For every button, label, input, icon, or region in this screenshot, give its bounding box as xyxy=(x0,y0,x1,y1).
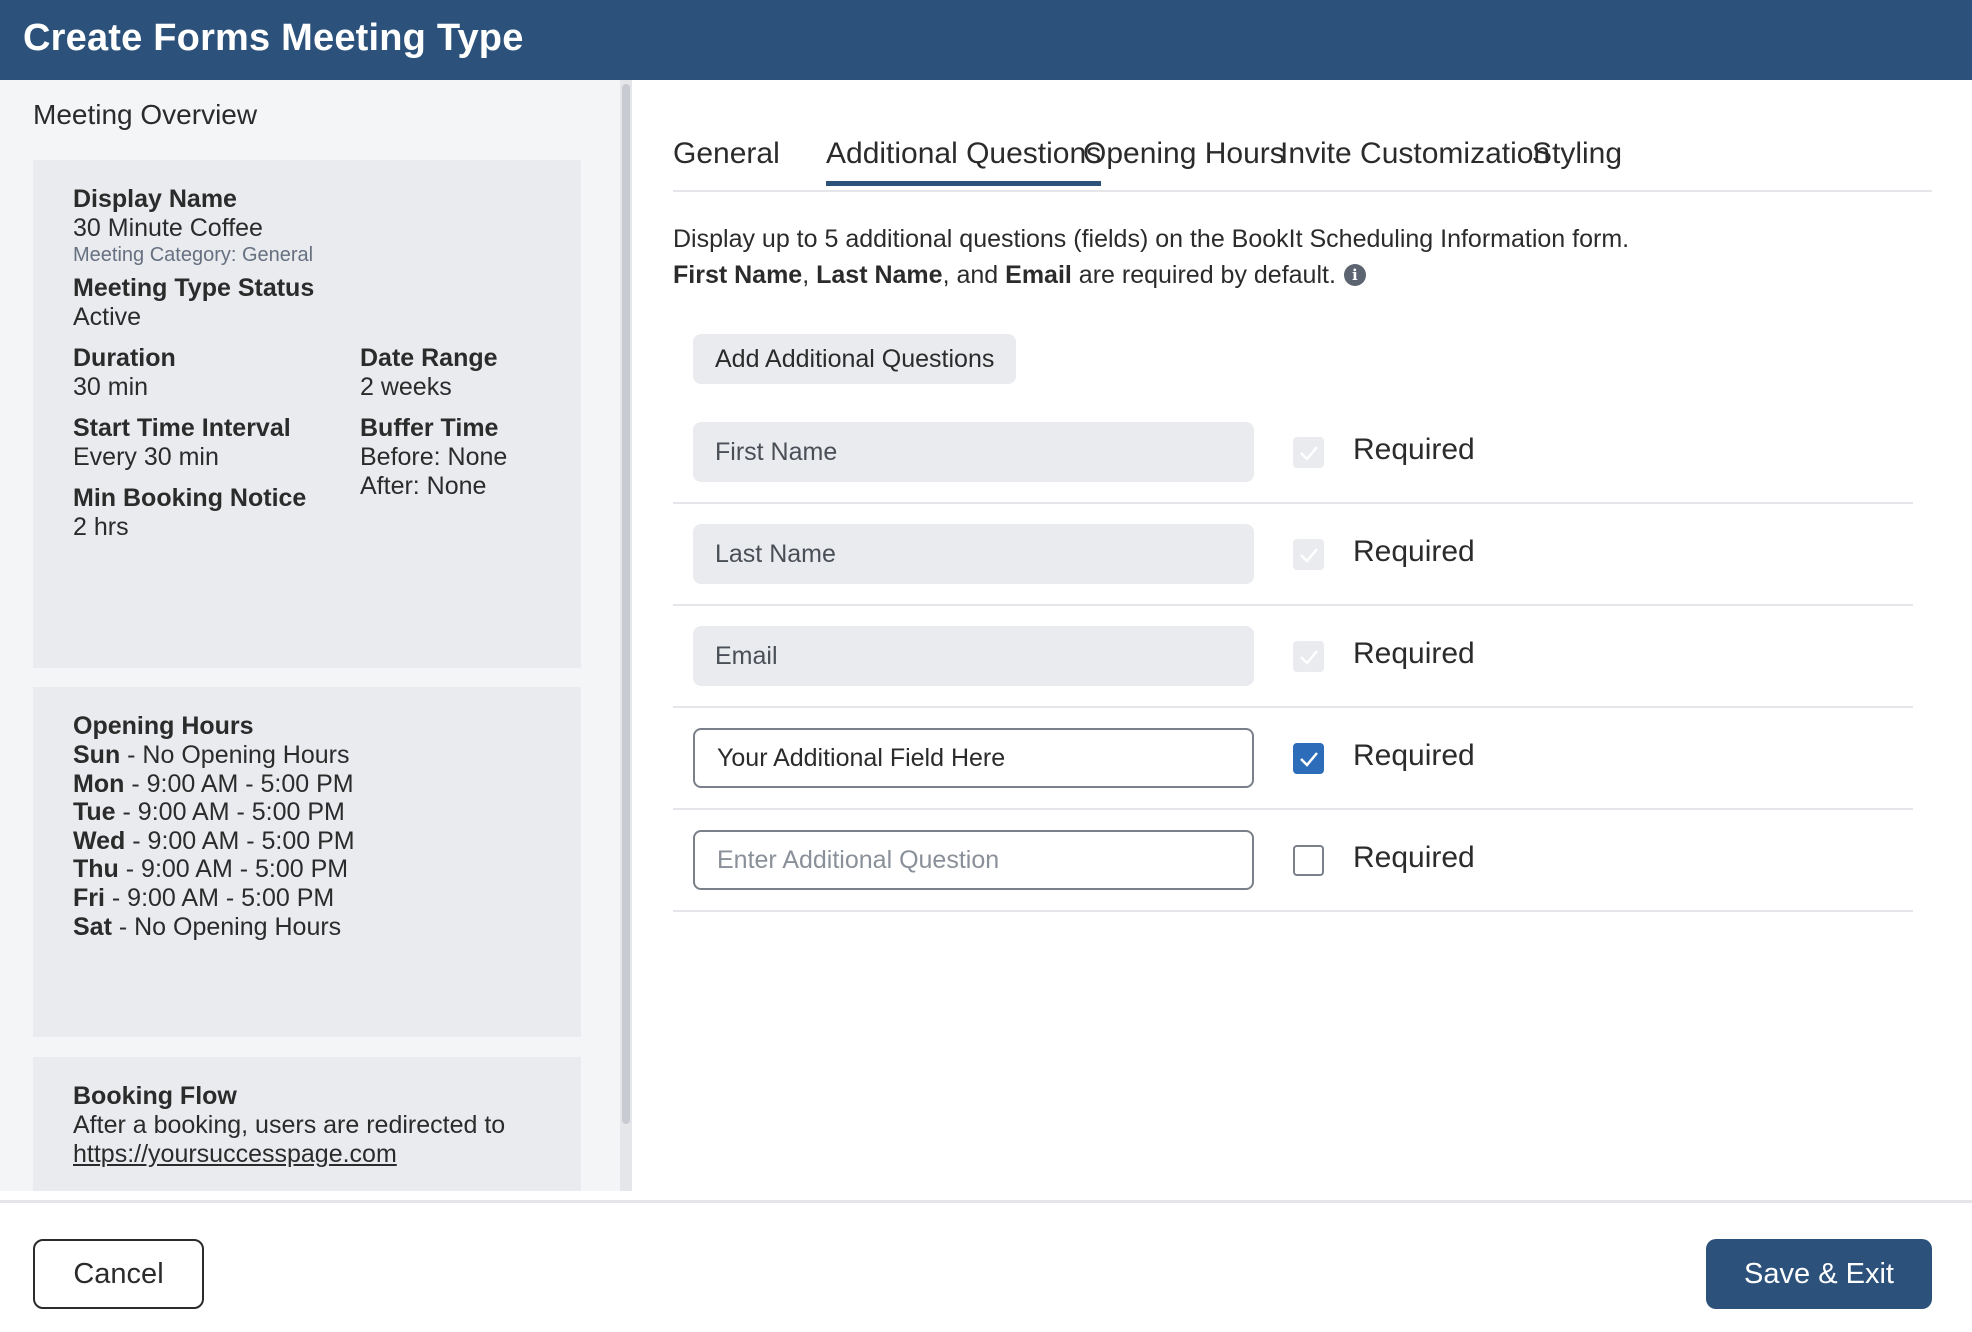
hours-row-tue: Tue - 9:00 AM - 5:00 PM xyxy=(73,798,345,826)
first-name-field: First Name xyxy=(693,422,1254,482)
date-range-label: Date Range xyxy=(360,344,498,372)
display-name-label: Display Name xyxy=(73,185,237,213)
buffer-after: After: None xyxy=(360,472,487,500)
min-notice-value: 2 hrs xyxy=(73,513,129,541)
question-row: Last Name Required xyxy=(673,504,1913,606)
booking-flow-card: Booking Flow After a booking, users are … xyxy=(33,1057,581,1191)
tab-general[interactable]: General xyxy=(673,137,780,171)
required-checkbox[interactable] xyxy=(1293,743,1324,774)
sidebar-title: Meeting Overview xyxy=(33,99,258,130)
status-value: Active xyxy=(73,303,142,331)
overview-card: Display Name 30 Minute Coffee Meeting Ca… xyxy=(33,160,581,668)
main-panel: General Additional Questions Opening Hou… xyxy=(632,80,1972,1191)
required-checkbox-disabled xyxy=(1293,641,1324,672)
required-checkbox[interactable] xyxy=(1293,845,1324,876)
status-label: Meeting Type Status xyxy=(73,274,315,302)
check-icon xyxy=(1300,650,1318,665)
additional-question-input[interactable] xyxy=(693,830,1254,890)
last-name-field: Last Name xyxy=(693,524,1254,584)
opening-hours-title: Opening Hours xyxy=(73,712,254,740)
question-row: First Name Required xyxy=(673,402,1913,504)
opening-hours-card: Opening Hours Sun - No Opening Hours Mon… xyxy=(33,687,581,1037)
booking-flow-title: Booking Flow xyxy=(73,1082,237,1110)
buffer-time-label: Buffer Time xyxy=(360,414,499,442)
required-label[interactable]: Required xyxy=(1353,841,1475,875)
hours-row-mon: Mon - 9:00 AM - 5:00 PM xyxy=(73,770,354,798)
email-field: Email xyxy=(693,626,1254,686)
save-exit-button[interactable]: Save & Exit xyxy=(1706,1239,1932,1309)
hours-row-wed: Wed - 9:00 AM - 5:00 PM xyxy=(73,827,355,855)
cancel-button[interactable]: Cancel xyxy=(33,1239,204,1309)
add-additional-questions-button[interactable]: Add Additional Questions xyxy=(693,334,1017,384)
info-icon[interactable]: i xyxy=(1343,264,1366,286)
required-checkbox-disabled xyxy=(1293,539,1324,570)
start-interval-label: Start Time Interval xyxy=(73,414,291,442)
required-fields-note: First Name, Last Name, and Email are req… xyxy=(673,261,1366,290)
start-interval-value: Every 30 min xyxy=(73,443,219,471)
required-label: Required xyxy=(1353,535,1475,568)
duration-label: Duration xyxy=(73,344,176,372)
min-notice-label: Min Booking Notice xyxy=(73,484,307,512)
questions-description: Display up to 5 additional questions (fi… xyxy=(673,225,1630,253)
sidebar-scrollbar[interactable] xyxy=(620,80,632,1191)
display-name-value: 30 Minute Coffee xyxy=(73,214,263,242)
hours-row-sun: Sun - No Opening Hours xyxy=(73,741,350,769)
hours-row-fri: Fri - 9:00 AM - 5:00 PM xyxy=(73,884,335,912)
meeting-overview-sidebar: Meeting Overview Display Name 30 Minute … xyxy=(0,80,620,1191)
hours-row-thu: Thu - 9:00 AM - 5:00 PM xyxy=(73,855,349,883)
check-icon xyxy=(1300,752,1318,767)
required-label[interactable]: Required xyxy=(1353,739,1475,773)
page-header: Create Forms Meeting Type xyxy=(0,0,1972,80)
question-row: Email Required xyxy=(673,606,1913,708)
tab-invite-customization[interactable]: Invite Customization xyxy=(1280,137,1550,171)
question-row: Required xyxy=(673,810,1913,912)
additional-question-input[interactable] xyxy=(693,728,1254,788)
hours-row-sat: Sat - No Opening Hours xyxy=(73,913,342,941)
buffer-before: Before: None xyxy=(360,443,508,471)
tab-bar: General Additional Questions Opening Hou… xyxy=(673,80,1932,192)
page-title: Create Forms Meeting Type xyxy=(23,17,524,59)
date-range-value: 2 weeks xyxy=(360,373,452,401)
success-page-link[interactable]: https://yoursuccesspage.com xyxy=(73,1140,397,1169)
tab-additional-questions[interactable]: Additional Questions xyxy=(826,137,1102,186)
tab-opening-hours[interactable]: Opening Hours xyxy=(1083,137,1285,171)
required-label: Required xyxy=(1353,433,1475,466)
duration-value: 30 min xyxy=(73,373,149,401)
tab-styling[interactable]: Styling xyxy=(1532,137,1622,171)
required-label: Required xyxy=(1353,637,1475,670)
check-icon xyxy=(1300,446,1318,461)
check-icon xyxy=(1300,548,1318,563)
question-row: Required xyxy=(673,708,1913,810)
sidebar-scroll-thumb[interactable] xyxy=(622,84,630,1124)
footer-bar: Cancel Save & Exit xyxy=(0,1200,1972,1332)
meeting-category: Meeting Category: General xyxy=(73,244,314,266)
booking-flow-text: After a booking, users are redirected to xyxy=(73,1111,506,1139)
required-checkbox-disabled xyxy=(1293,437,1324,468)
